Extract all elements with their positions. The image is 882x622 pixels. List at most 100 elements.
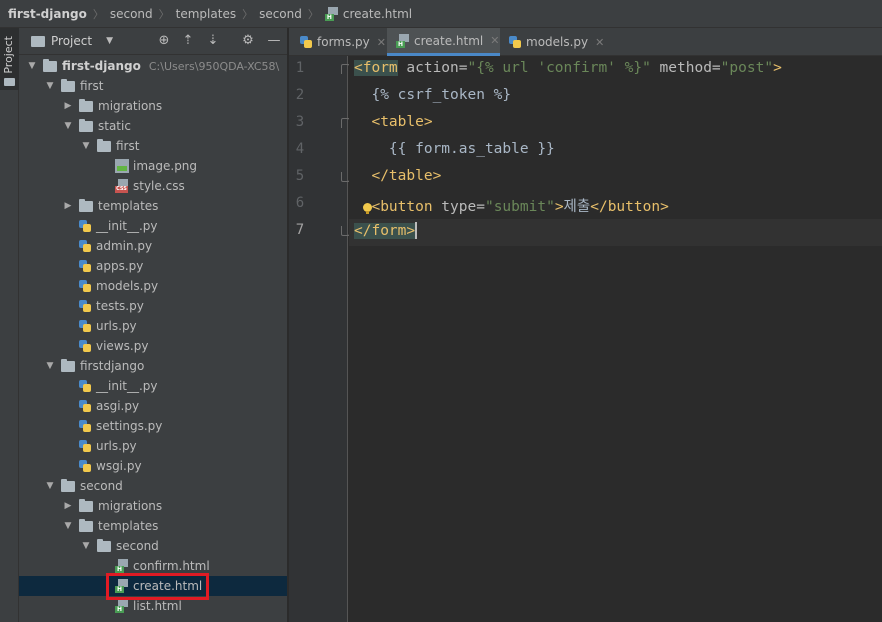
tree-item[interactable]: ▼ first	[19, 136, 287, 156]
gear-icon[interactable]: ⚙	[241, 34, 255, 48]
tree-item[interactable]: list.html	[19, 596, 287, 616]
chevron-down-icon[interactable]: ▼	[45, 81, 55, 91]
chevron-right-icon[interactable]: ▶	[63, 501, 73, 511]
project-panel-title[interactable]: Project	[51, 34, 92, 48]
tree-item[interactable]: image.png	[19, 156, 287, 176]
folder-icon	[4, 78, 15, 86]
editor-tab[interactable]: models.py ✕	[500, 28, 604, 56]
code-token: <form	[354, 60, 398, 76]
tree-item[interactable]: ▶ migrations	[19, 96, 287, 116]
tree-item-label: migrations	[98, 99, 163, 113]
tree-item[interactable]: models.py	[19, 276, 287, 296]
code-token: 제출	[563, 199, 591, 215]
tree-item-label: asgi.py	[96, 399, 140, 413]
project-tool-tab[interactable]: Project	[0, 28, 19, 90]
tree-item[interactable]: wsgi.py	[19, 456, 287, 476]
navigation-breadcrumb: first-django 〉 second 〉 templates 〉 second 〉 cre…	[0, 0, 882, 28]
tree-item[interactable]: ▼ firstdjango	[19, 356, 287, 376]
tree-item[interactable]: ▼ static	[19, 116, 287, 136]
code-token: </button>	[590, 199, 669, 215]
code-token: </form>	[354, 222, 416, 239]
tree-item[interactable]: ▼ first-django C:\Users\950QDA-XC58\	[19, 56, 287, 76]
chevron-down-icon[interactable]: ▼	[81, 141, 91, 151]
tree-item[interactable]: asgi.py	[19, 396, 287, 416]
tree-item[interactable]: __init__.py	[19, 216, 287, 236]
tree-item-label: __init__.py	[96, 379, 158, 393]
expand-all-icon[interactable]: ⇡	[181, 34, 195, 48]
python-file-icon	[79, 320, 91, 332]
tree-item[interactable]: style.css	[19, 176, 287, 196]
tree-item[interactable]: urls.py	[19, 316, 287, 336]
tree-item-label: admin.py	[96, 239, 153, 253]
tree-item[interactable]: ▶ templates	[19, 196, 287, 216]
hide-panel-icon[interactable]: —	[267, 34, 281, 48]
tool-window-strip: Project	[0, 28, 19, 622]
code-line: <table>	[354, 114, 433, 130]
code-token: "post"	[720, 60, 774, 76]
tree-item[interactable]: ▼ second	[19, 476, 287, 496]
folder-icon	[79, 518, 93, 532]
tree-item[interactable]: ▼ first	[19, 76, 287, 96]
editor-tab-label: models.py	[526, 35, 589, 49]
code-token: action=	[397, 60, 468, 76]
tree-item[interactable]: urls.py	[19, 436, 287, 456]
python-file-icon	[79, 380, 91, 392]
code-editor[interactable]: <form action="{% url 'confirm' %}" metho…	[349, 56, 882, 622]
breadcrumb-item[interactable]: templates	[176, 7, 236, 21]
chevron-down-icon[interactable]: ▼	[106, 36, 113, 46]
tree-item[interactable]: __init__.py	[19, 376, 287, 396]
tree-item[interactable]: views.py	[19, 336, 287, 356]
breadcrumb-item[interactable]: second	[110, 7, 153, 21]
tree-item[interactable]: tests.py	[19, 296, 287, 316]
breadcrumb-item[interactable]: first-django	[8, 7, 87, 21]
chevron-right-icon[interactable]: ▶	[63, 201, 73, 211]
editor-tab-label: create.html	[414, 33, 484, 48]
close-icon[interactable]: ✕	[377, 36, 386, 49]
chevron-down-icon[interactable]: ▼	[63, 121, 73, 131]
chevron-down-icon[interactable]: ▼	[27, 61, 37, 71]
chevron-right-icon: 〉	[242, 7, 254, 21]
tree-item-label: first	[80, 79, 104, 93]
code-token: "submit"	[484, 199, 555, 215]
tree-item-label: urls.py	[96, 439, 137, 453]
tree-item[interactable]: ▼ templates	[19, 516, 287, 536]
html-file-icon	[115, 599, 129, 613]
tree-item-label: templates	[98, 199, 159, 213]
tree-item[interactable]: create.html	[19, 576, 287, 596]
editor-tab[interactable]: create.html ✕	[387, 28, 500, 56]
tree-item-label: views.py	[96, 339, 149, 353]
breadcrumb-item-label: second	[109, 6, 153, 21]
chevron-down-icon[interactable]: ▼	[45, 361, 55, 371]
code-token: method=	[650, 60, 721, 76]
tree-item[interactable]: admin.py	[19, 236, 287, 256]
folder-icon	[79, 198, 93, 212]
code-line: </table>	[354, 168, 441, 184]
python-file-icon	[79, 220, 91, 232]
tree-item[interactable]: ▶ migrations	[19, 496, 287, 516]
line-number: 7	[295, 222, 305, 238]
collapse-all-icon[interactable]: ⇣	[206, 34, 220, 48]
chevron-right-icon: 〉	[92, 7, 104, 21]
code-line: {{ form.as_table }}	[354, 141, 555, 157]
close-icon[interactable]: ✕	[490, 34, 499, 47]
line-number: 4	[295, 141, 305, 157]
folder-icon	[79, 98, 93, 112]
chevron-down-icon[interactable]: ▼	[81, 541, 91, 551]
code-token: <table>	[354, 114, 433, 130]
chevron-down-icon[interactable]: ▼	[63, 521, 73, 531]
close-icon[interactable]: ✕	[595, 36, 604, 49]
tree-item[interactable]: settings.py	[19, 416, 287, 436]
project-panel-header: Project ▼ ⊕ ⇡ ⇣ ⚙ —	[19, 28, 287, 55]
tree-item[interactable]: apps.py	[19, 256, 287, 276]
chevron-right-icon[interactable]: ▶	[63, 101, 73, 111]
python-file-icon	[79, 300, 91, 312]
css-file-icon	[115, 179, 129, 193]
editor-tab[interactable]: forms.py ✕	[291, 28, 387, 56]
locate-file-icon[interactable]: ⊕	[157, 34, 171, 48]
tree-item[interactable]: ▼ second	[19, 536, 287, 556]
breadcrumb-item[interactable]: create.html	[324, 6, 412, 21]
tree-item[interactable]: confirm.html	[19, 556, 287, 576]
tree-item-label: settings.py	[96, 419, 163, 433]
chevron-down-icon[interactable]: ▼	[45, 481, 55, 491]
breadcrumb-item[interactable]: second	[259, 7, 302, 21]
